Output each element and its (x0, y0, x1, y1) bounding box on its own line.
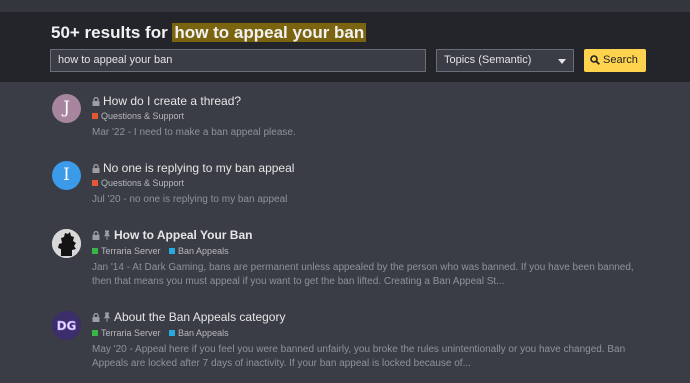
search-scope-select[interactable]: Topics (Semantic) (436, 49, 574, 72)
search-scope-value: Topics (Semantic) (444, 54, 532, 66)
category-swatch (92, 113, 98, 119)
result-date: Jul '20 (92, 194, 121, 205)
avatar[interactable] (52, 229, 81, 258)
result-title: How to Appeal Your Ban (114, 228, 253, 242)
lock-icon (92, 163, 100, 173)
category-badge[interactable]: Terraria Server (92, 246, 161, 256)
result-blurb: Mar '22 - I need to make a ban appeal pl… (92, 127, 296, 138)
result-categories: Questions & Support (92, 111, 190, 121)
category-swatch (169, 330, 176, 336)
category-badge[interactable]: Questions & Support (92, 111, 184, 121)
result-title: How do I create a thread? (103, 94, 242, 108)
category-badge[interactable]: Ban Appeals (169, 246, 229, 256)
category-swatch (92, 248, 98, 254)
search-button[interactable]: Search (584, 49, 646, 72)
result-title-link[interactable]: How do I create a thread? (92, 94, 241, 108)
svg-text:DG: DG (57, 319, 77, 333)
results-count-text: 50+ results for (51, 23, 173, 42)
result-categories: Terraria Server Ban Appeals (92, 328, 235, 338)
lock-icon (92, 230, 100, 240)
dg-logo-avatar: DG (52, 311, 81, 340)
pin-icon (103, 312, 111, 322)
query-highlight: how to appeal your ban (172, 23, 367, 42)
result-title-link[interactable]: How to Appeal Your Ban (92, 228, 252, 242)
top-strip (0, 0, 690, 12)
result-blurb: Jan '14 - At Dark Gaming, bans are perma… (92, 262, 634, 287)
result-categories: Terraria Server Ban Appeals (92, 246, 235, 256)
result-title: About the Ban Appeals category (114, 310, 286, 324)
avatar[interactable]: I (52, 161, 81, 190)
lock-icon (92, 96, 100, 106)
category-badge[interactable]: Questions & Support (92, 178, 184, 188)
search-icon (590, 55, 600, 65)
result-title-link[interactable]: About the Ban Appeals category (92, 310, 285, 324)
category-swatch (92, 180, 98, 186)
pixel-character-avatar (52, 229, 81, 258)
category-swatch (169, 248, 176, 254)
category-badge[interactable]: Terraria Server (92, 328, 161, 338)
category-badge[interactable]: Ban Appeals (169, 328, 229, 338)
results-heading: 50+ results for how to appeal your ban (51, 23, 367, 43)
search-button-label: Search (603, 54, 638, 66)
result-date: May '20 (92, 344, 127, 355)
chevron-down-icon (558, 59, 566, 64)
category-swatch (92, 330, 98, 336)
avatar[interactable]: DG (52, 311, 81, 340)
result-date: Jan '14 (92, 262, 124, 273)
result-title: No one is replying to my ban appeal (103, 161, 295, 175)
avatar[interactable]: J (52, 94, 81, 123)
result-date: Mar '22 (92, 127, 126, 138)
pin-icon (103, 230, 111, 240)
result-blurb: May '20 - Appeal here if you feel you we… (92, 344, 626, 369)
search-input[interactable]: how to appeal your ban (50, 49, 426, 72)
result-categories: Questions & Support (92, 178, 190, 188)
lock-icon (92, 312, 100, 322)
result-blurb: Jul '20 - no one is replying to my ban a… (92, 194, 288, 205)
result-title-link[interactable]: No one is replying to my ban appeal (92, 161, 294, 175)
